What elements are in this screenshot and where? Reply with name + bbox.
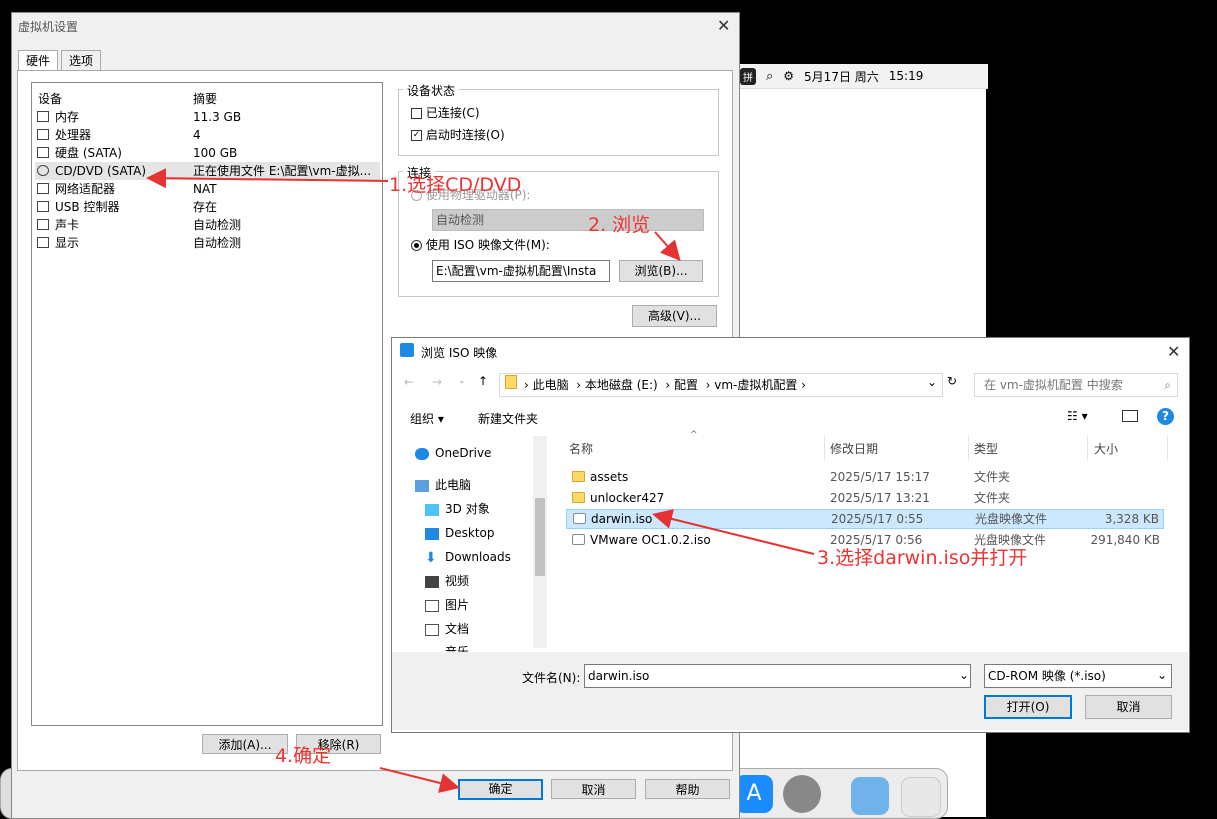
arrow-step4 [379, 767, 460, 793]
annotation-arrows [146, 168, 815, 793]
arrow-step1 [146, 168, 389, 189]
arrow-step3 [652, 509, 815, 555]
arrow-step2 [654, 231, 681, 261]
